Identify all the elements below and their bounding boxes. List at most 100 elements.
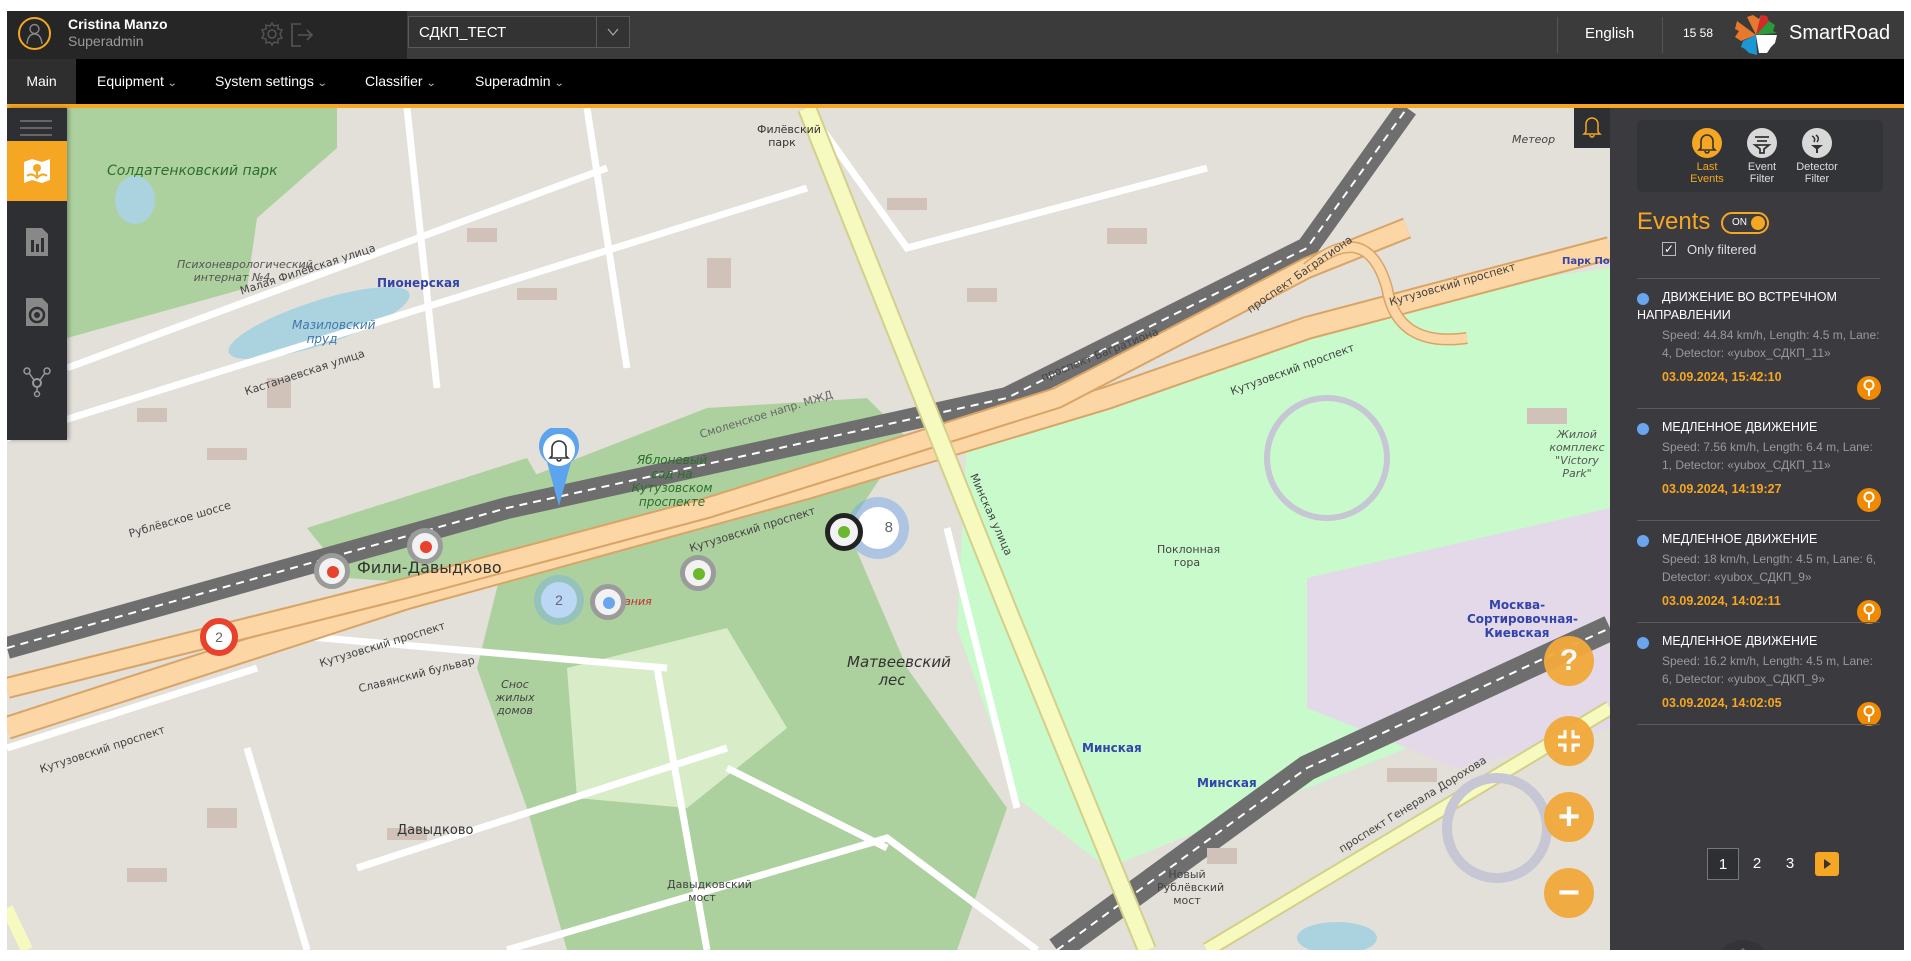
- tab-label: Detector Filter: [1796, 161, 1838, 185]
- event-item[interactable]: МЕДЛЕННОЕ ДВИЖЕНИЕ Speed: 7.56 km/h, Len…: [1637, 418, 1883, 512]
- events-toggle[interactable]: ON: [1721, 212, 1769, 234]
- divider: [1557, 17, 1558, 53]
- bell-pin-marker[interactable]: [537, 426, 581, 508]
- event-item[interactable]: МЕДЛЕННОЕ ДВИЖЕНИЕ Speed: 18 km/h, Lengt…: [1637, 530, 1883, 624]
- only-filtered-checkbox[interactable]: ✓: [1662, 242, 1676, 256]
- filter-icon: [1747, 128, 1777, 158]
- event-status-dot: [1637, 293, 1649, 305]
- organization-select-value: СДКП_ТЕСТ: [419, 24, 507, 41]
- tab-label: Last Events: [1690, 161, 1724, 185]
- chevron-down-icon: ⌄: [166, 78, 178, 89]
- nav-item-label: Equipment: [97, 73, 164, 89]
- cluster-marker[interactable]: 2: [200, 618, 238, 656]
- divider: [1637, 278, 1880, 279]
- event-status-dot: [1637, 535, 1649, 547]
- nav-item-main[interactable]: Main: [7, 59, 76, 104]
- nav-item-label: Main: [26, 73, 57, 89]
- detector-marker[interactable]: [590, 584, 626, 620]
- network-topology-icon: [23, 367, 51, 398]
- language-selector[interactable]: English: [1585, 25, 1634, 42]
- tab-detector-filter[interactable]: Detector Filter: [1792, 128, 1842, 185]
- page-button-2[interactable]: 2: [1741, 848, 1773, 880]
- main-nav: Main Equipment ⌄ System settings ⌄ Classif…: [7, 59, 1904, 104]
- user-profile[interactable]: Cristina Manzo Superadmin: [7, 11, 407, 59]
- cluster-count: 2: [215, 629, 223, 645]
- map[interactable]: Солдатенковский парк Психоневрологически…: [7, 108, 1610, 950]
- map-icon: [24, 159, 50, 183]
- nav-item-superadmin[interactable]: Superadmin ⌄: [475, 59, 564, 104]
- zoom-in-button[interactable]: +: [1544, 792, 1594, 842]
- next-page-button[interactable]: [1815, 852, 1839, 876]
- gear-icon[interactable]: [259, 21, 287, 49]
- event-time: 03.09.2024, 14:02:05: [1662, 696, 1782, 710]
- cluster-count: 2: [541, 582, 577, 618]
- events-panel: Last Events Event Filter Detector Filter…: [1610, 108, 1904, 950]
- map-label: Жилой комплекс "Victory Park": [1549, 428, 1605, 480]
- header: Cristina Manzo Superadmin СДКП_ТЕСТ Engl…: [7, 11, 1904, 59]
- event-time: 03.09.2024, 14:19:27: [1662, 482, 1782, 496]
- app: Cristina Manzo Superadmin СДКП_ТЕСТ Engl…: [7, 11, 1904, 950]
- zoom-in-icon: +: [1557, 796, 1581, 838]
- nav-item-system-settings[interactable]: System settings ⌄: [215, 59, 327, 104]
- divider: [1637, 520, 1880, 521]
- organization-select[interactable]: СДКП_ТЕСТ: [408, 16, 630, 48]
- detector-marker[interactable]: [407, 528, 443, 564]
- map-label: Давыдковский мост: [667, 878, 752, 904]
- scroll-top-button[interactable]: [1715, 940, 1771, 950]
- zoom-out-button[interactable]: −: [1544, 868, 1594, 918]
- event-title: МЕДЛЕННОЕ ДВИЖЕНИЕ: [1662, 420, 1818, 434]
- page-button-3[interactable]: 3: [1774, 848, 1806, 880]
- toggle-knob: [1751, 216, 1765, 230]
- sidebar-item-map[interactable]: [7, 141, 67, 201]
- help-button[interactable]: ?: [1544, 636, 1594, 686]
- nav-item-equipment[interactable]: Equipment ⌄: [97, 59, 178, 104]
- tab-last-events[interactable]: Last Events: [1682, 128, 1732, 185]
- event-time: 03.09.2024, 14:02:11: [1662, 594, 1781, 608]
- divider: [1637, 408, 1880, 409]
- fit-screen-button[interactable]: [1544, 716, 1594, 766]
- event-title: ДВИЖЕНИЕ ВО ВСТРЕЧНОМ НАПРАВЛЕНИИ: [1637, 290, 1837, 322]
- event-item[interactable]: ДВИЖЕНИЕ ВО ВСТРЕЧНОМ НАПРАВЛЕНИИ Speed:…: [1637, 288, 1883, 400]
- tab-label: Event Filter: [1747, 161, 1777, 185]
- sidebar: [7, 108, 67, 440]
- map-label: Москва-Сортировочная-Киевская: [1467, 598, 1578, 640]
- notifications-button[interactable]: [1574, 108, 1610, 148]
- location-pin-icon[interactable]: [1857, 600, 1881, 624]
- divider: [1662, 17, 1663, 53]
- location-pin-icon[interactable]: [1857, 376, 1881, 400]
- tab-event-filter[interactable]: Event Filter: [1737, 128, 1787, 185]
- map-label: Снос жилых домов: [495, 678, 535, 717]
- detector-marker[interactable]: [680, 555, 716, 591]
- detector-filter-icon: [1802, 128, 1832, 158]
- page-button-1[interactable]: 1: [1707, 848, 1739, 880]
- logout-icon[interactable]: [289, 21, 317, 49]
- hamburger-menu-icon[interactable]: [20, 120, 52, 141]
- nav-item-classifier[interactable]: Classifier ⌄: [365, 59, 436, 104]
- cluster-marker-selected[interactable]: 2: [534, 575, 584, 625]
- detector-marker[interactable]: [314, 553, 350, 589]
- camera-file-icon: [26, 298, 48, 326]
- map-label: Метеор: [1512, 133, 1556, 146]
- zoom-out-icon: −: [1557, 872, 1581, 914]
- panel-tabs: Last Events Event Filter Detector Filter: [1637, 120, 1883, 192]
- sidebar-item-cameras[interactable]: [7, 281, 67, 341]
- location-pin-icon[interactable]: [1857, 488, 1881, 512]
- sidebar-item-reports[interactable]: [7, 211, 67, 271]
- cluster-count: 8: [857, 507, 899, 549]
- map-label: Минская: [1197, 776, 1257, 790]
- event-status-dot: [1637, 423, 1649, 435]
- pagination: 1 2 3: [1610, 848, 1904, 880]
- event-time: 03.09.2024, 15:42:10: [1662, 370, 1782, 384]
- help-icon: ?: [1559, 644, 1579, 677]
- event-description: Speed: 44.84 km/h, Length: 4.5 m, Lane: …: [1662, 328, 1880, 360]
- detector-marker-selected[interactable]: [825, 513, 863, 551]
- event-item[interactable]: МЕДЛЕННОЕ ДВИЖЕНИЕ Speed: 16.2 km/h, Len…: [1637, 632, 1883, 726]
- brand-name: SmartRoad: [1789, 22, 1891, 44]
- map-label: Минская: [1082, 741, 1142, 755]
- chevron-down-icon[interactable]: [596, 17, 629, 47]
- fit-screen-icon: [1558, 730, 1580, 752]
- report-chart-icon: [26, 228, 48, 256]
- sidebar-item-network[interactable]: [7, 351, 67, 411]
- map-label: Поклонная гора: [1157, 543, 1221, 569]
- location-pin-icon[interactable]: [1857, 702, 1881, 726]
